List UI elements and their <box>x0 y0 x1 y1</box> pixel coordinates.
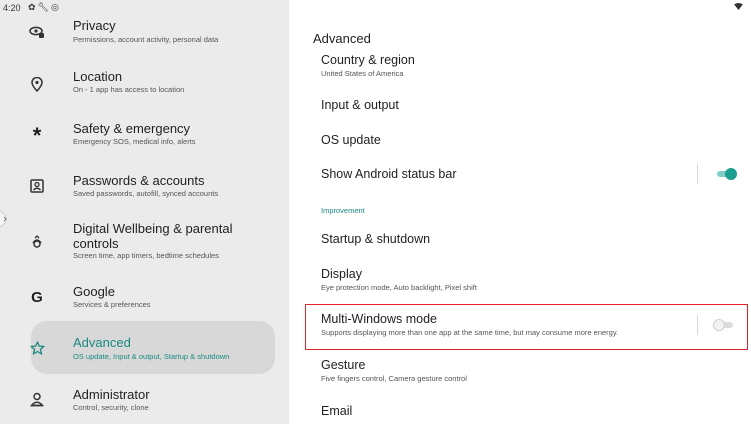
location-pin-icon <box>28 75 46 93</box>
google-icon: G <box>31 288 43 306</box>
sidebar-item-label: Privacy <box>73 18 116 33</box>
setting-title: OS update <box>321 133 381 147</box>
sidebar-item-subtitle: Permissions, account activity, personal … <box>73 35 219 44</box>
sidebar-item-subtitle: Control, security, clone <box>73 403 149 412</box>
multi-windows-toggle[interactable] <box>713 319 735 331</box>
sidebar-item-subtitle: OS update, Input & output, Startup & shu… <box>73 352 230 361</box>
sidebar-item-label: Google <box>73 284 115 299</box>
edge-panel-handle[interactable] <box>0 208 22 230</box>
setting-title: Multi-Windows mode <box>321 312 438 326</box>
settings-detail: Advanced Country & region United States … <box>289 0 751 424</box>
sidebar-item-passwords[interactable]: Passwords & accounts Saved passwords, au… <box>0 162 289 210</box>
sidebar-item-subtitle: Emergency SOS, medical info, alerts <box>73 137 196 146</box>
sidebar-item-subtitle: Services & preferences <box>73 300 151 309</box>
sidebar-item-subtitle: Screen time, app timers, bedtime schedul… <box>73 251 219 260</box>
sidebar-item-label: Safety & emergency <box>73 121 191 136</box>
setting-subtitle: Eye protection mode, Auto backlight, Pix… <box>321 283 477 292</box>
setting-os-update[interactable]: OS update <box>321 132 381 148</box>
page-title: Advanced <box>313 31 371 46</box>
sidebar-item-label: Administrator <box>73 387 150 402</box>
sidebar-item-label: Location <box>73 69 123 84</box>
sidebar-item-advanced[interactable]: Advanced OS update, Input & output, Star… <box>0 322 289 374</box>
sidebar-item-label: Advanced <box>73 335 131 350</box>
setting-input-output[interactable]: Input & output <box>321 97 399 113</box>
setting-country-region[interactable]: Country & region United States of Americ… <box>321 52 415 79</box>
sidebar-item-label: Digital Wellbeing & parental <box>73 221 233 236</box>
sidebar-item-label-line2: controls <box>73 236 119 251</box>
administrator-icon <box>28 390 46 408</box>
setting-multi-windows[interactable]: Multi-Windows mode Supports displaying m… <box>321 311 618 338</box>
setting-startup-shutdown[interactable]: Startup & shutdown <box>321 231 430 247</box>
sidebar-item-subtitle: Saved passwords, autofill, synced accoun… <box>73 189 219 198</box>
account-box-icon <box>28 177 46 195</box>
setting-title: Email <box>321 404 353 418</box>
sidebar-item-location[interactable]: Location On - 1 app has access to locati… <box>0 58 289 106</box>
setting-gesture[interactable]: Gesture Five fingers control, Camera ges… <box>321 357 467 384</box>
sidebar-item-subtitle: On - 1 app has access to location <box>73 85 185 94</box>
advanced-star-icon <box>28 339 46 357</box>
setting-subtitle: Five fingers control, Camera gesture con… <box>321 374 467 383</box>
toggle-thumb <box>725 168 737 180</box>
sidebar-item-label: Passwords & accounts <box>73 173 205 188</box>
sidebar-item-privacy[interactable]: Privacy Permissions, account activity, p… <box>0 10 289 52</box>
sidebar: Privacy Permissions, account activity, p… <box>0 0 289 424</box>
sidebar-item-administrator[interactable]: Administrator Control, security, clone <box>0 380 289 424</box>
setting-title: Input & output <box>321 98 399 112</box>
setting-title: Gesture <box>321 358 366 372</box>
setting-title: Show Android status bar <box>321 167 457 181</box>
setting-subtitle: United States of America <box>321 69 404 78</box>
sidebar-item-digital-wellbeing[interactable]: Digital Wellbeing & parental controls Sc… <box>0 214 289 274</box>
sidebar-item-google[interactable]: G Google Services & preferences <box>0 278 289 318</box>
setting-title: Display <box>321 267 362 281</box>
setting-title: Country & region <box>321 53 415 67</box>
setting-show-status-bar[interactable]: Show Android status bar <box>321 166 457 182</box>
wellbeing-icon <box>28 233 46 251</box>
privacy-icon <box>28 23 46 41</box>
status-bar-toggle[interactable] <box>715 168 737 180</box>
asterisk-icon: * <box>32 123 42 148</box>
sidebar-item-safety[interactable]: * Safety & emergency Emergency SOS, medi… <box>0 110 289 158</box>
divider <box>697 164 698 184</box>
section-header-improvement: Improvement <box>321 206 365 215</box>
setting-email[interactable]: Email <box>321 403 352 419</box>
setting-subtitle: Supports displaying more than one app at… <box>321 328 619 337</box>
toggle-thumb <box>713 319 725 331</box>
divider <box>697 315 698 335</box>
setting-display[interactable]: Display Eye protection mode, Auto backli… <box>321 266 477 293</box>
setting-title: Startup & shutdown <box>321 232 431 246</box>
